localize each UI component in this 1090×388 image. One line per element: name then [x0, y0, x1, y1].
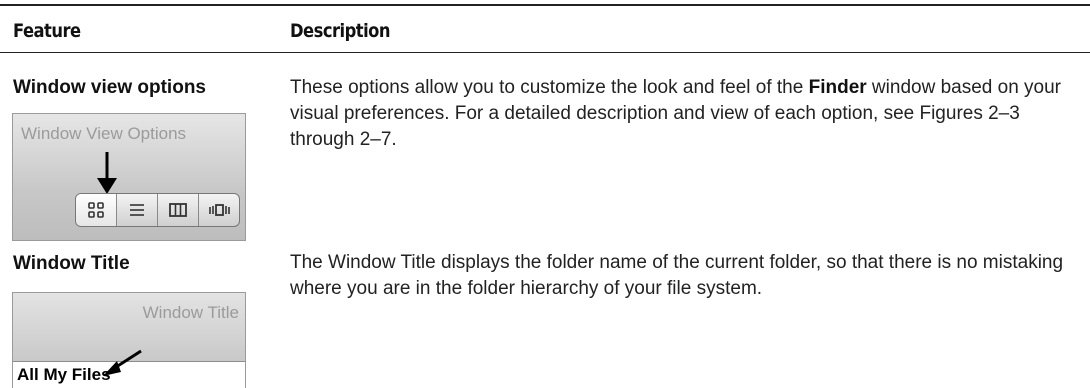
icon-view-icon [88, 202, 104, 218]
table-top-rule [0, 4, 1090, 6]
feature-window-title: Window Title [13, 253, 130, 274]
description-window-title: The Window Title displays the folder nam… [290, 252, 1064, 299]
header-feature: Feature [13, 20, 81, 42]
view-options-segmented-control [75, 193, 240, 227]
header-description: Description [290, 20, 391, 42]
feature-window-view-options: Window view options [13, 77, 206, 98]
window-title-screenshot: Window Title All My Files [12, 292, 246, 388]
column-view-button [158, 194, 199, 226]
list-view-icon [130, 204, 144, 216]
description-window-view-options: These options allow you to customize the… [290, 75, 1070, 153]
cover-flow-view-button [199, 194, 239, 226]
description-emphasis-finder: Finder [808, 77, 867, 98]
list-view-button [117, 194, 158, 226]
pointer-arrow-icon [103, 349, 142, 376]
description-text: These options allow you to customize the… [290, 77, 809, 98]
cover-flow-view-icon [209, 204, 230, 216]
header-rule [0, 52, 1090, 53]
icon-view-button [76, 194, 117, 226]
window-view-options-screenshot: Window View Options [12, 113, 246, 241]
column-view-icon [169, 203, 187, 217]
